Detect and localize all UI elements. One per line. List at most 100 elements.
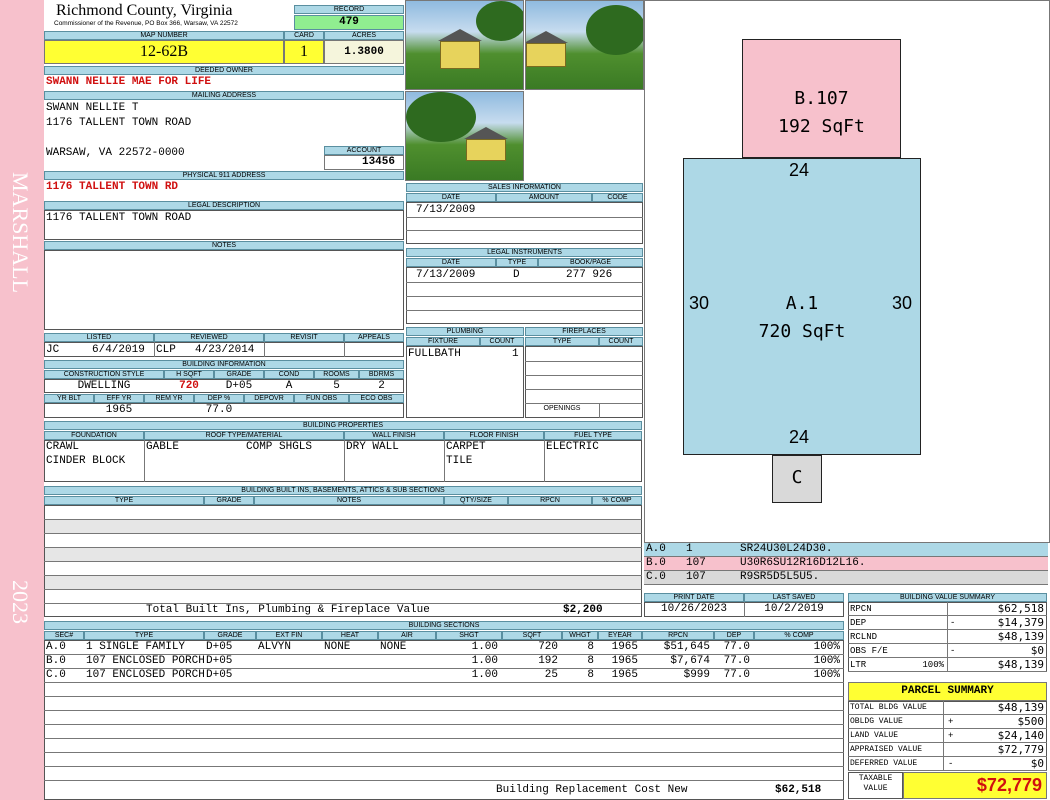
- table-cell: B.0: [46, 655, 66, 667]
- bi-effyr: 1965: [105, 404, 133, 416]
- parcel-summary-value: $0: [1030, 757, 1044, 770]
- value-summary-label: RPCN: [850, 604, 872, 614]
- mailing-line2: 1176 TALLENT TOWN ROAD: [46, 117, 192, 129]
- listed-label: LISTED: [44, 333, 154, 342]
- office-address: Commissioner of the Revenue, PO Box 366,…: [54, 20, 238, 27]
- sections-total-value: $62,518: [775, 784, 822, 796]
- table-cell: 1.00: [471, 641, 498, 653]
- plumbing-col-count: COUNT: [480, 337, 524, 346]
- mailing-address-label: MAILING ADDRESS: [44, 91, 404, 100]
- builtins-total-label: Total Built Ins, Plumbing & Fireplace Va…: [146, 604, 430, 616]
- parcel-summary-row: LAND VALUE + $24,140: [848, 729, 1047, 743]
- appeals-label: APPEALS: [344, 333, 404, 342]
- bi-col-bdrms: BDRMS: [359, 370, 404, 379]
- bi-cond: A: [285, 380, 293, 392]
- builtins-total-value: $2,200: [563, 604, 603, 616]
- physical-address-label: PHYSICAL 911 ADDRESS: [44, 171, 404, 180]
- bi-col-rooms: ROOMS: [314, 370, 359, 379]
- map-number-label: MAP NUMBER: [44, 31, 284, 40]
- bi-col-hsqft: H SQFT: [164, 370, 214, 379]
- table-cell: NONE: [324, 641, 351, 653]
- sales-date: 7/13/2009: [416, 204, 476, 216]
- instruments-col-date: DATE: [406, 258, 496, 267]
- sections-col-header: HEAT: [322, 631, 378, 640]
- code-vector: SR24U30L24D30.: [740, 543, 833, 555]
- instruments-col-book: BOOK/PAGE: [538, 258, 643, 267]
- bi-col-remyr: REM YR: [144, 394, 194, 403]
- parcel-summary-label: OBLDG VALUE: [850, 717, 903, 726]
- bi-hsqft: 720: [179, 380, 199, 392]
- reviewed-by: CLP: [156, 344, 176, 356]
- year-label: 2023: [8, 580, 33, 624]
- code-number: 107: [686, 571, 706, 583]
- sections-col-header: GRADE: [204, 631, 256, 640]
- deeded-owner-label: DEEDED OWNER: [44, 66, 404, 75]
- acres-value: 1.3800: [324, 40, 404, 64]
- bi-dep: 77.0: [205, 404, 233, 416]
- table-cell: $51,645: [663, 641, 710, 653]
- table-cell: 1 SINGLE FAMILY: [86, 641, 186, 653]
- card-label: CARD: [284, 31, 324, 40]
- sketch-b-label: B.107: [794, 88, 849, 109]
- listed-date: 6/4/2019: [92, 344, 145, 356]
- notes-label: NOTES: [44, 241, 404, 250]
- code-vector: U30R6SU12R16D12L16.: [740, 557, 866, 569]
- sketch-dim-right: 30: [892, 293, 913, 313]
- deeded-owner-value: SWANN NELLIE MAE FOR LIFE: [46, 76, 212, 88]
- table-cell: 720: [538, 641, 558, 653]
- table-cell: 8: [587, 641, 594, 653]
- bi-col-yrblt: YR BLT: [44, 394, 94, 403]
- bins-col-comp: % COMP: [592, 496, 642, 505]
- bi-col-funobs: FUN OBS: [294, 394, 349, 403]
- table-row: B.0 107 ENCLOSED PORCH D+05 1.00 192 8 1965 $7,…: [44, 655, 844, 668]
- value-summary-label: LTR: [850, 660, 867, 670]
- instrument-book: 277 926: [566, 269, 613, 281]
- property-photo-2: [525, 0, 644, 90]
- record-value: 479: [294, 15, 404, 30]
- sketch-code-row: C.0 107 R9SR5D5L5U5.: [644, 571, 1048, 585]
- fireplaces-col-type: TYPE: [525, 337, 599, 346]
- table-row: A.0 1 SINGLE FAMILY D+05 ALVYN NONE NONE 1.00 7…: [44, 641, 844, 654]
- code-number: 107: [686, 557, 706, 569]
- parcel-summary-label: PARCEL SUMMARY: [848, 682, 1047, 701]
- table-cell: 192: [538, 655, 558, 667]
- code-section: B.0: [646, 557, 666, 569]
- value-summary-row: RCLND $48,139: [848, 630, 1047, 644]
- print-date: 10/26/2023: [660, 603, 727, 615]
- bi-rooms: 5: [333, 380, 340, 392]
- instrument-type: D: [513, 269, 520, 281]
- foundation-2: CINDER BLOCK: [46, 455, 126, 467]
- district-label: MARSHALL: [8, 172, 33, 294]
- listed-by: JC: [46, 344, 60, 356]
- roof-type: GABLE: [146, 441, 180, 453]
- parcel-summary-label: TOTAL BLDG VALUE: [850, 703, 927, 712]
- bi-col-ecoobs: ECO OBS: [349, 394, 404, 403]
- taxable-value: $72,779: [903, 772, 1047, 799]
- parcel-summary-label: DEFERRED VALUE: [850, 759, 918, 768]
- notes-box: [44, 250, 404, 330]
- instruments-col-type: TYPE: [496, 258, 538, 267]
- building-info-label: BUILDING INFORMATION: [44, 360, 404, 369]
- mailing-line3: WARSAW, VA 22572-0000: [46, 147, 185, 159]
- bi-grade: D+05: [225, 380, 253, 392]
- instruments-label: LEGAL INSTRUMENTS: [406, 248, 643, 257]
- sections-col-header: SQFT: [502, 631, 562, 640]
- fireplaces-col-count: COUNT: [599, 337, 643, 346]
- instrument-date: 7/13/2009: [416, 269, 476, 281]
- sections-col-header: TYPE: [84, 631, 204, 640]
- sidebar: MARSHALL 2023: [0, 0, 44, 800]
- bi-bdrms: 2: [378, 380, 385, 392]
- table-cell: 8: [587, 669, 594, 681]
- value-summary-value: $48,139: [997, 630, 1044, 643]
- table-cell: 25: [544, 669, 558, 681]
- properties-label: BUILDING PROPERTIES: [44, 421, 642, 430]
- parcel-summary-row: OBLDG VALUE + $500: [848, 715, 1047, 729]
- table-row: C.0 107 ENCLOSED PORCH D+05 1.00 25 8 1965 $999…: [44, 669, 844, 682]
- bi-col-dep: DEP %: [194, 394, 244, 403]
- bi-style: DWELLING: [77, 380, 131, 392]
- sections-col-header: AIR: [378, 631, 436, 640]
- parcel-summary-row: APPRAISED VALUE $72,779: [848, 743, 1047, 757]
- value-summary-label: DEP: [850, 618, 867, 628]
- parcel-summary-row: TOTAL BLDG VALUE $48,139: [848, 701, 1047, 715]
- table-cell: 107 ENCLOSED PORCH: [86, 655, 205, 667]
